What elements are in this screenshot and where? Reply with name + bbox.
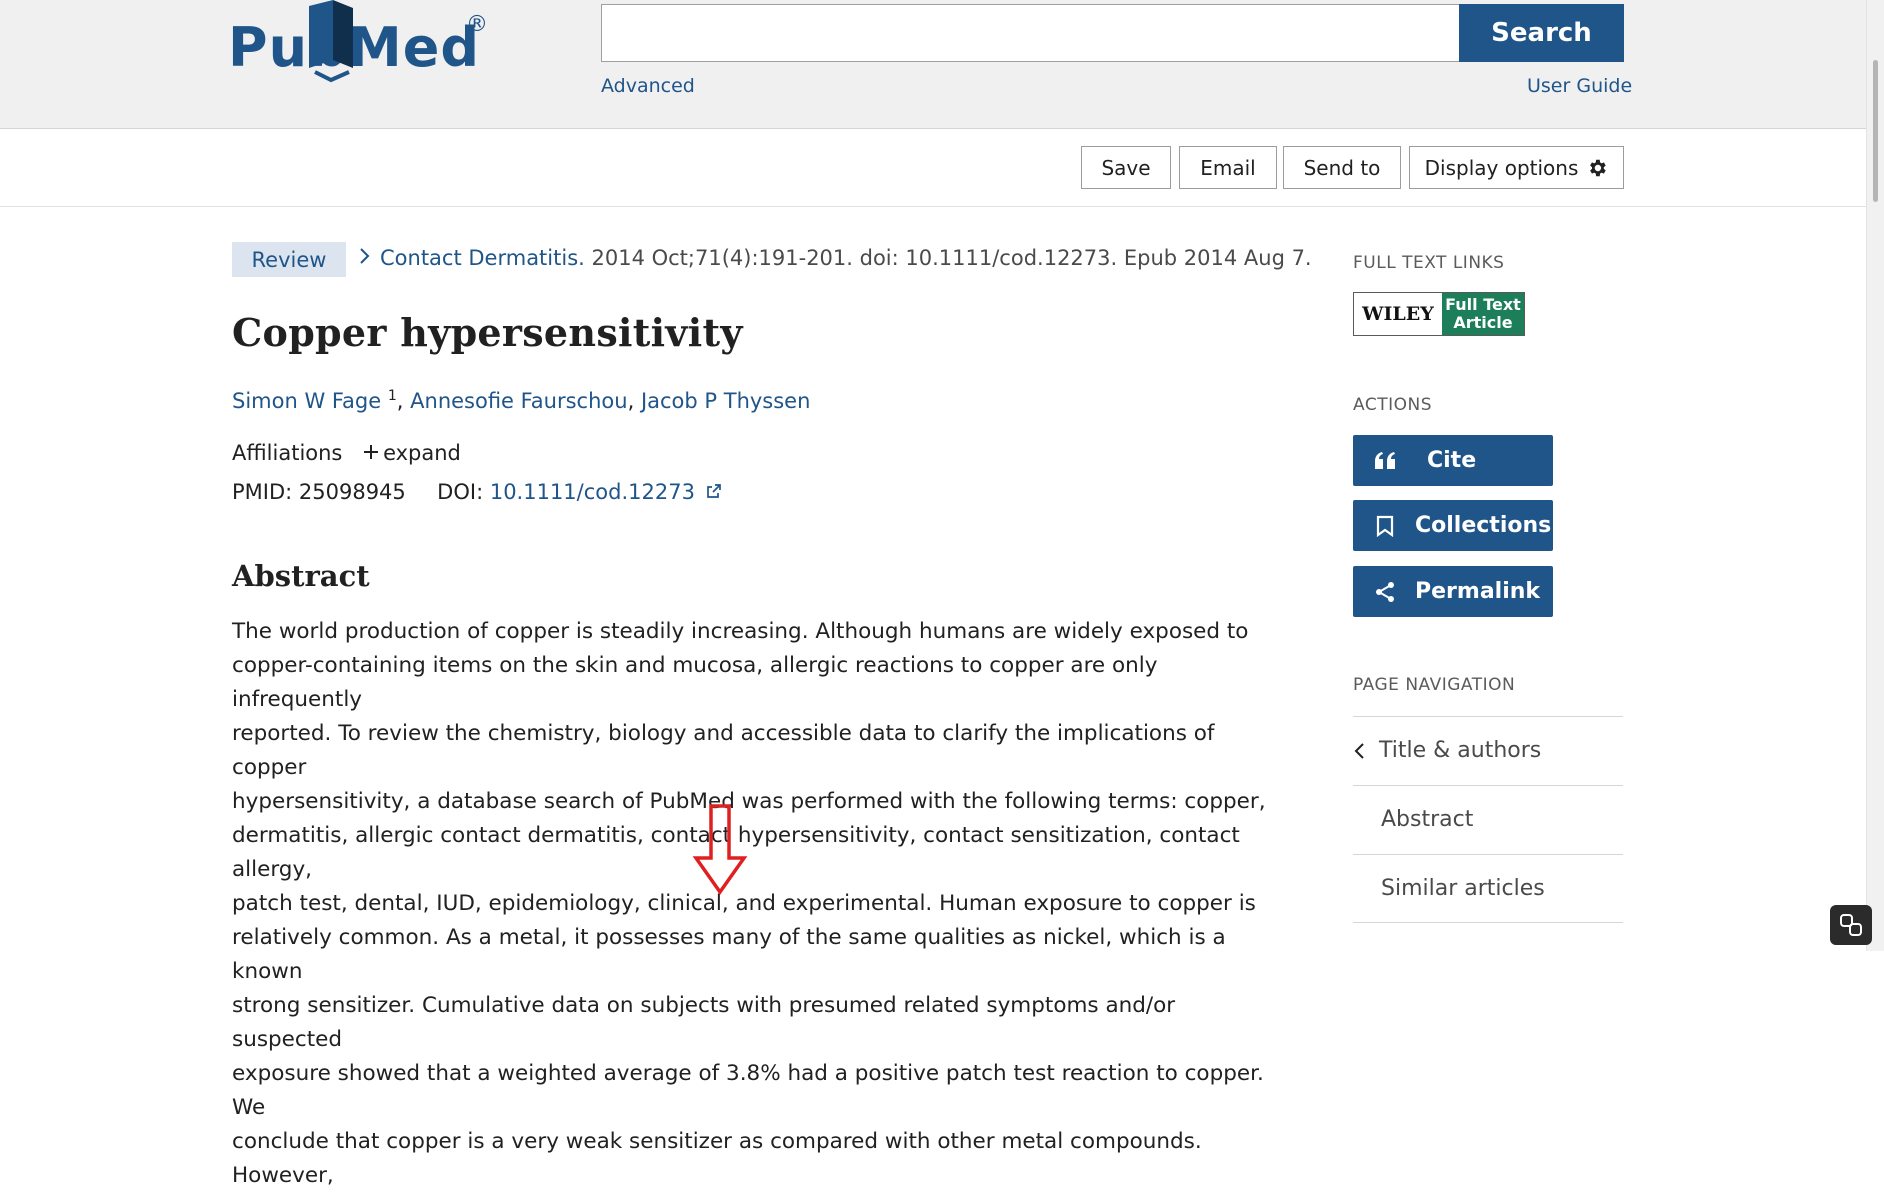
full-text-links-heading: FULL TEXT LINKS [1353, 253, 1505, 273]
citation-line: Contact Dermatitis. 2014 Oct;71(4):191-2… [358, 246, 1312, 270]
chevron-right-icon [360, 248, 370, 264]
display-options-label: Display options [1424, 155, 1579, 180]
doi-link[interactable]: 10.1111/cod.12273 [490, 480, 695, 504]
abstract-line: strong sensitizer. Cumulative data on su… [232, 993, 1176, 1052]
page-title: Copper hypersensitivity [232, 310, 743, 355]
wiley-label-line: Article [1453, 313, 1513, 332]
author-link[interactable]: Annesofie Faurschou [410, 389, 627, 413]
expand-label: expand [383, 441, 461, 465]
user-guide-link[interactable]: User Guide [1527, 75, 1632, 97]
abstract-line: exposure showed that a weighted average … [232, 1061, 1264, 1120]
pubmed-logo[interactable]: Pub Med ® [228, 0, 498, 84]
citation-details: 2014 Oct;71(4):191-201. doi: 10.1111/cod… [584, 246, 1312, 270]
cite-label: Cite [1427, 448, 1477, 473]
permalink-label: Permalink [1415, 579, 1541, 604]
site-header: Pub Med ® Search Advanced User Guide [0, 0, 1866, 129]
abstract-line: copper-containing items on the skin and … [232, 653, 1158, 712]
author-link[interactable]: Simon W Fage [232, 389, 381, 413]
nav-divider [1353, 922, 1623, 923]
wiley-full-text-label: Full Text Article [1442, 293, 1524, 335]
pmid: PMID: 25098945 [232, 480, 406, 504]
wiley-full-text-link[interactable]: WILEY Full Text Article [1353, 292, 1525, 336]
toolbar-divider [0, 206, 1866, 207]
email-button[interactable]: Email [1179, 146, 1277, 189]
author-separator: , [627, 389, 641, 413]
send-to-button[interactable]: Send to [1283, 146, 1401, 189]
registered-mark: ® [466, 12, 488, 37]
nav-similar-articles[interactable]: Similar articles [1353, 854, 1623, 922]
collections-label: Collections [1415, 513, 1552, 538]
nav-label: Title & authors [1379, 738, 1542, 763]
abstract-line: The world production of copper is steadi… [232, 619, 1249, 644]
identifiers-row: PMID: 25098945 DOI: 10.1111/cod.12273 [232, 480, 722, 504]
expand-toggle[interactable]: expand [363, 441, 461, 465]
abstract-heading: Abstract [232, 559, 370, 593]
abstract-line: conclude that copper is a very weak sens… [232, 1129, 1202, 1188]
plus-icon [364, 445, 379, 459]
quote-icon [1371, 451, 1399, 471]
nav-title-authors[interactable]: Title & authors [1353, 716, 1623, 784]
floating-toolbox-button[interactable] [1830, 905, 1872, 945]
share-icon [1371, 581, 1399, 603]
abstract-line: relatively common. As a metal, it posses… [232, 925, 1226, 984]
gear-icon [1590, 159, 1607, 176]
actions-heading: ACTIONS [1353, 395, 1432, 415]
advanced-search-link[interactable]: Advanced [601, 75, 695, 97]
journal-link[interactable]: Contact Dermatitis. [380, 246, 585, 270]
collections-button[interactable]: Collections [1353, 500, 1553, 551]
wiley-logo-text: WILEY [1354, 293, 1442, 335]
author-separator: , [396, 389, 411, 413]
bookmark-icon [1371, 515, 1399, 537]
abstract-line: reported. To review the chemistry, biolo… [232, 721, 1215, 780]
display-options-button[interactable]: Display options [1409, 146, 1624, 189]
abstract-line: hypersensitivity, a database search of P… [232, 789, 1266, 814]
author-link[interactable]: Jacob P Thyssen [641, 389, 810, 413]
abstract-line: dermatitis, allergic contact dermatitis,… [232, 823, 1240, 882]
affiliations-label: Affiliations [232, 441, 343, 465]
search-button[interactable]: Search [1459, 4, 1624, 62]
scrollbar-thumb[interactable] [1873, 60, 1878, 202]
doi-label: DOI: [437, 480, 490, 504]
logo-text-med: Med [348, 16, 481, 79]
search-input[interactable] [601, 4, 1459, 62]
permalink-button[interactable]: Permalink [1353, 566, 1553, 617]
chevron-left-icon [1354, 742, 1364, 759]
abstract-line: patch test, dental, IUD, epidemiology, c… [232, 891, 1256, 916]
link-chain-icon [1840, 914, 1862, 936]
external-link-icon[interactable] [706, 483, 722, 499]
nav-label: Abstract [1381, 807, 1474, 832]
affiliation-sup[interactable]: 1 [388, 388, 397, 404]
affiliations-row: Affiliations expand [232, 441, 461, 465]
nav-label: Similar articles [1381, 876, 1545, 901]
abstract-text: The world production of copper is steadi… [232, 615, 1274, 1193]
authors-list: Simon W Fage 1, Annesofie Faurschou, Jac… [232, 388, 810, 413]
cite-button[interactable]: Cite [1353, 435, 1553, 486]
page-navigation-heading: PAGE NAVIGATION [1353, 675, 1516, 695]
review-badge: Review [232, 242, 346, 277]
wiley-label-line: Full Text [1445, 295, 1521, 314]
nav-abstract[interactable]: Abstract [1353, 785, 1623, 853]
save-button[interactable]: Save [1081, 146, 1171, 189]
annotation-arrow-icon [692, 804, 748, 896]
